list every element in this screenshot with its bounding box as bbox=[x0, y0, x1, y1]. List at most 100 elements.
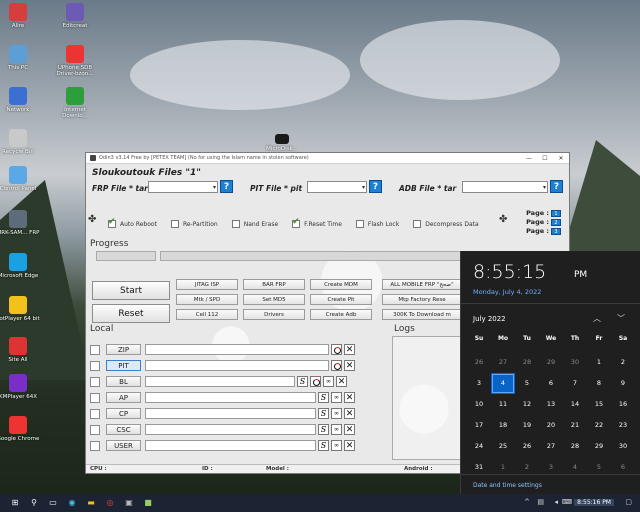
file-checkbox[interactable] bbox=[90, 392, 100, 403]
volume-icon[interactable]: ◂ bbox=[554, 498, 558, 506]
refresh-icon[interactable] bbox=[331, 360, 342, 371]
file-button[interactable]: CP bbox=[106, 408, 141, 419]
tool-button[interactable]: BAR FRP bbox=[243, 279, 305, 290]
calendar-day[interactable]: 9 bbox=[611, 373, 635, 394]
file-checkbox[interactable] bbox=[90, 360, 100, 371]
link-icon[interactable]: ∞ bbox=[331, 424, 342, 435]
desktop-icon[interactable]: Microsoft Edge bbox=[0, 253, 40, 279]
script-icon[interactable]: S bbox=[318, 392, 329, 403]
notification-icon[interactable]: ▢ bbox=[625, 498, 632, 506]
refresh-icon[interactable] bbox=[310, 376, 321, 387]
calendar-day[interactable]: 20 bbox=[539, 415, 563, 436]
calendar-day[interactable]: 11 bbox=[491, 394, 515, 415]
frp-help-button[interactable]: ? bbox=[220, 180, 233, 193]
maximize-button[interactable]: ☐ bbox=[537, 155, 553, 162]
desktop-icon[interactable]: PotPlayer 64 bit bbox=[0, 296, 40, 322]
clear-icon[interactable]: ✕ bbox=[344, 344, 355, 355]
calendar-day[interactable]: 23 bbox=[611, 415, 635, 436]
file-checkbox[interactable] bbox=[90, 424, 100, 435]
checkbox[interactable] bbox=[413, 220, 422, 228]
desktop-icon[interactable]: KMPlayer 64X bbox=[0, 374, 40, 400]
calendar-day[interactable]: 22 bbox=[587, 415, 611, 436]
page-2-button[interactable]: 2 bbox=[551, 219, 561, 226]
right-tool-button[interactable]: 300K To Download m bbox=[382, 309, 462, 320]
start-button[interactable]: Start bbox=[92, 281, 170, 300]
refresh-icon[interactable] bbox=[331, 344, 342, 355]
calendar-day[interactable]: 19 bbox=[515, 415, 539, 436]
calendar-day[interactable]: 24 bbox=[467, 436, 491, 457]
calendar-day[interactable]: 8 bbox=[587, 373, 611, 394]
calendar-day[interactable]: 18 bbox=[491, 415, 515, 436]
script-icon[interactable]: S bbox=[318, 440, 329, 451]
option-checkbox[interactable]: Auto Reboot bbox=[108, 217, 157, 228]
desktop-icon[interactable]: UPhone SDB Driver-bzon... bbox=[53, 45, 97, 77]
file-button[interactable]: AP bbox=[106, 392, 141, 403]
file-button[interactable]: BL bbox=[106, 376, 141, 387]
pit-help-button[interactable]: ? bbox=[369, 180, 382, 193]
desktop-icon[interactable]: MRK-SAM... FRP bbox=[0, 210, 40, 236]
tool-button[interactable]: Create Adb bbox=[310, 309, 372, 320]
checkbox[interactable] bbox=[108, 217, 116, 228]
file-button[interactable]: ZIP bbox=[106, 344, 141, 355]
file-path-input[interactable] bbox=[145, 408, 316, 419]
option-checkbox[interactable]: F.Reset Time bbox=[292, 217, 342, 228]
calendar-month[interactable]: July 2022 bbox=[473, 315, 506, 323]
calendar-day[interactable]: 3 bbox=[467, 373, 491, 394]
adb-file-select[interactable]: ▾ bbox=[462, 181, 548, 193]
link-icon[interactable]: ∞ bbox=[331, 392, 342, 403]
link-icon[interactable]: ∞ bbox=[331, 440, 342, 451]
calendar-day[interactable]: 10 bbox=[467, 394, 491, 415]
calendar-day[interactable]: 6 bbox=[539, 373, 563, 394]
page-1-button[interactable]: 1 bbox=[551, 210, 561, 217]
taskbar-clock[interactable]: 8:55:16 PM bbox=[574, 499, 614, 506]
calendar-day[interactable]: 21 bbox=[563, 415, 587, 436]
desktop-icon[interactable]: This PC bbox=[0, 45, 40, 71]
option-checkbox[interactable]: Re-Partition bbox=[170, 220, 218, 228]
file-button[interactable]: PIT bbox=[106, 360, 141, 371]
calendar-day[interactable]: 1 bbox=[587, 352, 611, 373]
file-checkbox[interactable] bbox=[90, 408, 100, 419]
titlebar[interactable]: Odin3 v3.14 Free by [PETEX TEAM] (No for… bbox=[86, 153, 569, 164]
windows-start-icon[interactable]: ⊞ bbox=[8, 497, 22, 509]
file-path-input[interactable] bbox=[145, 344, 329, 355]
calendar-day[interactable]: 13 bbox=[539, 394, 563, 415]
calendar-day[interactable]: 28 bbox=[515, 352, 539, 373]
pit-file-select[interactable]: ▾ bbox=[307, 181, 367, 193]
file-explorer-icon[interactable]: ▬ bbox=[84, 497, 98, 509]
script-icon[interactable]: S bbox=[318, 408, 329, 419]
calendar-day[interactable]: 5 bbox=[515, 373, 539, 394]
calendar-day[interactable]: 30 bbox=[563, 352, 587, 373]
desktop-icon[interactable]: Internet Downlo... bbox=[53, 87, 97, 119]
clear-icon[interactable]: ✕ bbox=[344, 392, 355, 403]
frp-file-select[interactable]: ▾ bbox=[148, 181, 218, 193]
calendar-day[interactable]: 28 bbox=[563, 436, 587, 457]
calendar-day[interactable]: 27 bbox=[491, 352, 515, 373]
calendar-day[interactable]: 29 bbox=[587, 436, 611, 457]
file-button[interactable]: USER bbox=[106, 440, 141, 451]
close-button[interactable]: ✕ bbox=[553, 155, 569, 162]
tool-button[interactable]: Cell 112 bbox=[176, 309, 238, 320]
date-time-settings-link[interactable]: Date and time settings bbox=[473, 482, 542, 489]
chevron-up-icon[interactable]: ^ bbox=[524, 498, 530, 506]
clear-icon[interactable]: ✕ bbox=[344, 440, 355, 451]
right-tool-button[interactable]: ALL MOBILE FRP "صحح" bbox=[382, 279, 462, 290]
desktop-icon[interactable]: Control Panel bbox=[0, 166, 40, 192]
option-checkbox[interactable]: Decompress Data bbox=[413, 220, 479, 228]
calendar-day[interactable]: 29 bbox=[539, 352, 563, 373]
desktop-icon[interactable]: Alire bbox=[0, 3, 40, 29]
calendar-day[interactable]: 12 bbox=[515, 394, 539, 415]
link-icon[interactable]: ∞ bbox=[323, 376, 334, 387]
calendar-day[interactable]: 4 bbox=[491, 373, 515, 394]
calendar-day[interactable]: 2 bbox=[611, 352, 635, 373]
script-icon[interactable]: S bbox=[318, 424, 329, 435]
clear-icon[interactable]: ✕ bbox=[344, 360, 355, 371]
right-tool-button[interactable]: Mtp Factory Rese bbox=[382, 294, 462, 305]
clear-icon[interactable]: ✕ bbox=[344, 424, 355, 435]
clear-icon[interactable]: ✕ bbox=[344, 408, 355, 419]
file-path-input[interactable] bbox=[145, 424, 316, 435]
tool-button[interactable]: Create MDM bbox=[310, 279, 372, 290]
file-path-input[interactable] bbox=[145, 440, 316, 451]
file-checkbox[interactable] bbox=[90, 440, 100, 451]
calendar-day[interactable]: 17 bbox=[467, 415, 491, 436]
calendar-day[interactable]: 15 bbox=[587, 394, 611, 415]
